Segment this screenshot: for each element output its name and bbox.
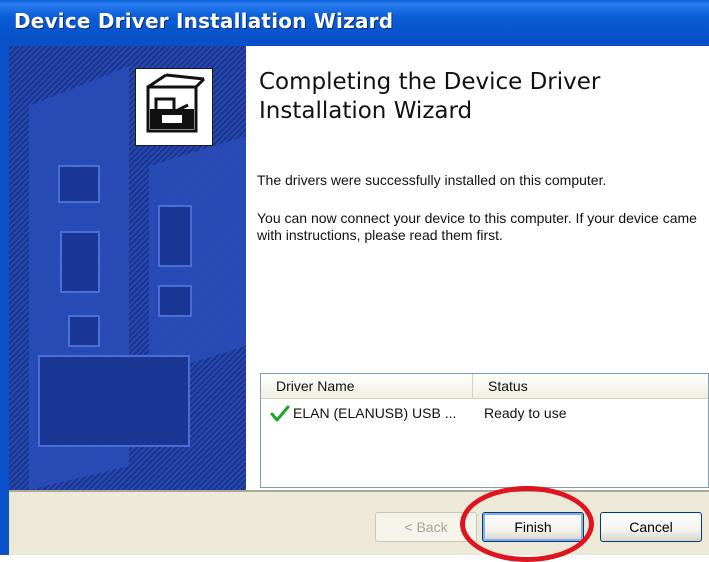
page-title: Completing the Device Driver Installatio… xyxy=(259,69,601,124)
hardware-driver-icon xyxy=(135,68,213,146)
driver-status: Ready to use xyxy=(484,405,567,421)
wizard-content: Completing the Device Driver Installatio… xyxy=(246,46,709,490)
column-header-status[interactable]: Status xyxy=(473,374,708,398)
wizard-banner xyxy=(9,46,246,490)
cancel-button[interactable]: Cancel xyxy=(600,512,702,542)
driver-name: ELAN (ELANUSB) USB ... xyxy=(293,405,457,421)
window-frame-left xyxy=(0,46,9,555)
instructions-message: You can now connect your device to this … xyxy=(257,210,697,243)
title-bar[interactable]: Device Driver Installation Wizard xyxy=(0,0,709,46)
success-message: The drivers were successfully installed … xyxy=(257,172,607,188)
list-item[interactable]: ELAN (ELANUSB) USB ... Ready to use xyxy=(261,404,708,424)
highlight-circle xyxy=(460,486,594,562)
column-header-driver-name[interactable]: Driver Name xyxy=(261,374,473,398)
button-bar: < Back Finish Cancel xyxy=(9,492,709,555)
driver-list[interactable]: Driver Name Status ELAN (ELANUSB) USB ..… xyxy=(260,373,709,488)
window-title: Device Driver Installation Wizard xyxy=(14,9,394,33)
driver-list-header: Driver Name Status xyxy=(261,374,708,399)
green-checkmark-icon xyxy=(270,405,290,423)
